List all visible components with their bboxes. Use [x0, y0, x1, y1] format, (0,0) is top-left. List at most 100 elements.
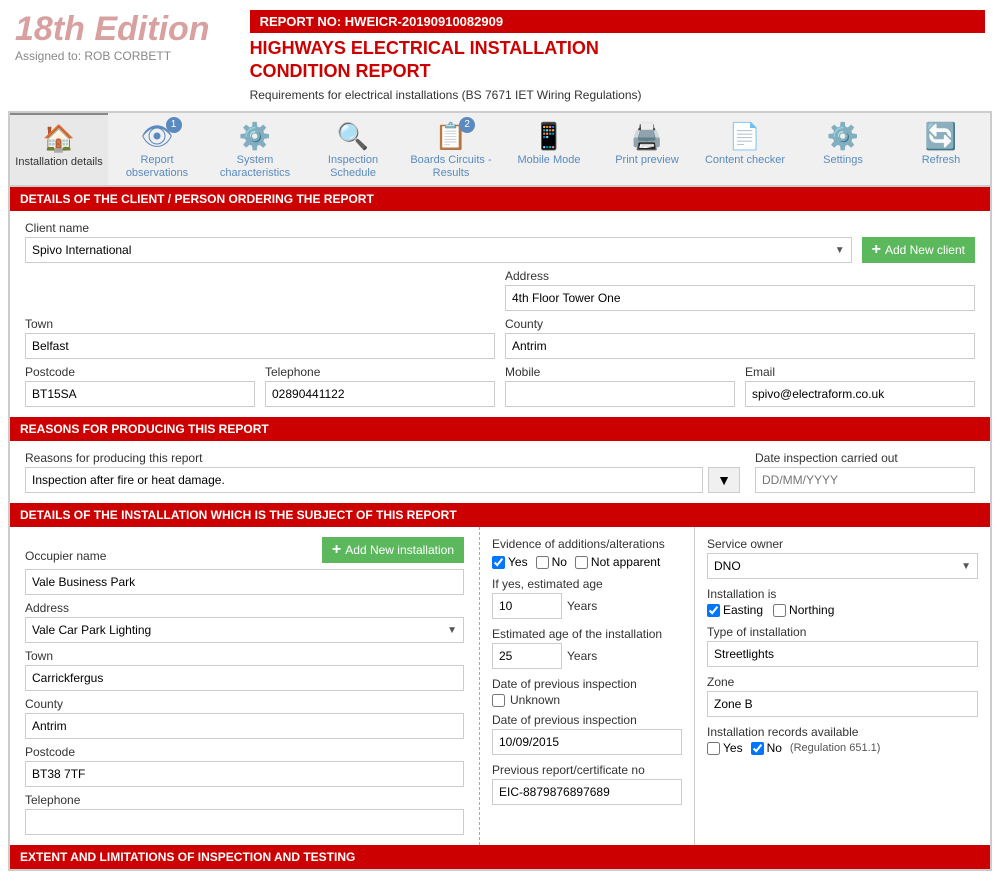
- prev-cert-input[interactable]: [492, 779, 682, 805]
- records-yes-checkbox[interactable]: [707, 742, 720, 755]
- mobile-icon: 📱: [533, 121, 565, 152]
- install-telephone-input[interactable]: [25, 809, 464, 835]
- reason-dropdown-button[interactable]: ▼: [708, 467, 740, 493]
- date-inspection-label: Date inspection carried out: [755, 451, 975, 465]
- date-prev-inspection-label: Date of previous inspection: [492, 677, 682, 691]
- reasons-section-body: Reasons for producing this report ▼ Date…: [10, 441, 990, 503]
- nav-inspection-schedule-label: Inspection Schedule: [306, 154, 400, 180]
- client-name-label: Client name: [25, 221, 852, 235]
- gear-icon-system: ⚙️: [239, 121, 271, 152]
- evidence-label: Evidence of additions/alterations: [492, 537, 682, 551]
- client-section-header: DETAILS OF THE CLIENT / PERSON ORDERING …: [10, 187, 990, 211]
- client-section-body: Client name Spivo International ▼ + Add …: [10, 211, 990, 417]
- type-installation-input[interactable]: [707, 641, 978, 667]
- install-county-input[interactable]: [25, 713, 464, 739]
- boards-circuits-badge: 2: [459, 117, 475, 133]
- address-label: Address: [505, 269, 975, 283]
- add-new-installation-button[interactable]: + Add New installation: [322, 537, 464, 563]
- nav-print-preview[interactable]: 🖨️ Print preview: [598, 113, 696, 185]
- evidence-not-apparent-checkbox[interactable]: [575, 556, 588, 569]
- date-inspection-input[interactable]: [755, 467, 975, 493]
- zone-input[interactable]: [707, 691, 978, 717]
- refresh-icon: 🔄: [925, 121, 957, 152]
- address-input[interactable]: [505, 285, 975, 311]
- telephone-input[interactable]: [265, 381, 495, 407]
- installation-section-body: Occupier name + Add New installation Add…: [10, 527, 990, 845]
- nav-content-checker-label: Content checker: [705, 154, 785, 167]
- nav-mobile-mode-label: Mobile Mode: [518, 154, 581, 167]
- installation-is-label: Installation is: [707, 587, 978, 601]
- reason-label: Reasons for producing this report: [25, 451, 740, 465]
- unknown-checkbox[interactable]: [492, 694, 505, 707]
- years-label-2: Years: [567, 649, 597, 663]
- report-desc: Requirements for electrical installation…: [250, 88, 985, 102]
- plus-icon-install: +: [332, 541, 341, 559]
- install-telephone-label: Telephone: [25, 793, 464, 807]
- evidence-no-checkbox[interactable]: [536, 556, 549, 569]
- nav-print-preview-label: Print preview: [615, 154, 679, 167]
- northing-checkbox[interactable]: [773, 604, 786, 617]
- nav-refresh-label: Refresh: [922, 154, 961, 167]
- nav-installation-details[interactable]: 🏠 Installation details: [10, 113, 108, 185]
- report-title: HIGHWAYS ELECTRICAL INSTALLATIONCONDITIO…: [250, 37, 985, 84]
- install-address-dropdown[interactable]: Vale Car Park Lighting ▼: [25, 617, 464, 643]
- date-prev-inspection-input[interactable]: [492, 729, 682, 755]
- nav-content-checker[interactable]: 📄 Content checker: [696, 113, 794, 185]
- records-no-checkbox[interactable]: [751, 742, 764, 755]
- type-installation-label: Type of installation: [707, 625, 978, 639]
- est-age-installation-label: Estimated age of the installation: [492, 627, 682, 641]
- service-owner-dropdown[interactable]: DNO ▼: [707, 553, 978, 579]
- nav-boards-circuits-label: Boards Circuits - Results: [404, 154, 498, 180]
- nav-report-observations-label: Report observations: [110, 154, 204, 180]
- easting-checkbox[interactable]: [707, 604, 720, 617]
- installation-section-header: DETAILS OF THE INSTALLATION WHICH IS THE…: [10, 503, 990, 527]
- county-input[interactable]: [505, 333, 975, 359]
- nav-inspection-schedule[interactable]: 🔍 Inspection Schedule: [304, 113, 402, 185]
- search-icon: 🔍: [337, 121, 369, 152]
- postcode-input[interactable]: [25, 381, 255, 407]
- nav-settings-label: Settings: [823, 154, 863, 167]
- extent-limitations-header: EXTENT AND LIMITATIONS OF INSPECTION AND…: [10, 845, 990, 869]
- mobile-label: Mobile: [505, 365, 735, 379]
- client-name-dropdown[interactable]: Spivo International ▼: [25, 237, 852, 263]
- nav-system-characteristics[interactable]: ⚙️ System characteristics: [206, 113, 304, 185]
- report-no-bar: REPORT NO: HWEICR-20190910082909: [250, 10, 985, 33]
- installation-records-label: Installation records available: [707, 725, 978, 739]
- nav-settings[interactable]: ⚙️ Settings: [794, 113, 892, 185]
- install-town-input[interactable]: [25, 665, 464, 691]
- nav-system-characteristics-label: System characteristics: [208, 154, 302, 180]
- plus-icon-client: +: [872, 241, 881, 259]
- nav-mobile-mode[interactable]: 📱 Mobile Mode: [500, 113, 598, 185]
- reason-input[interactable]: [25, 467, 703, 493]
- estimated-age-input[interactable]: [492, 593, 562, 619]
- date-prev-inspection-label2: Date of previous inspection: [492, 713, 682, 727]
- est-age-input[interactable]: [492, 643, 562, 669]
- gear-icon-settings: ⚙️: [827, 121, 859, 152]
- email-input[interactable]: [745, 381, 975, 407]
- nav-refresh[interactable]: 🔄 Refresh: [892, 113, 990, 185]
- dropdown-arrow-client: ▼: [835, 245, 845, 256]
- evidence-yes-checkbox[interactable]: [492, 556, 505, 569]
- email-label: Email: [745, 365, 975, 379]
- postcode-label: Postcode: [25, 365, 255, 379]
- town-input[interactable]: [25, 333, 495, 359]
- install-address-label: Address: [25, 601, 464, 615]
- county-label: County: [505, 317, 975, 331]
- home-icon: 🏠: [43, 123, 75, 154]
- occupier-input[interactable]: [25, 569, 464, 595]
- service-owner-label: Service owner: [707, 537, 978, 551]
- prev-cert-label: Previous report/certificate no: [492, 763, 682, 777]
- assigned-to: Assigned to: ROB CORBETT: [15, 49, 210, 63]
- zone-label: Zone: [707, 675, 978, 689]
- nav-installation-details-label: Installation details: [15, 156, 102, 169]
- add-new-client-button[interactable]: + Add New client: [862, 237, 975, 263]
- mobile-input[interactable]: [505, 381, 735, 407]
- nav-boards-circuits[interactable]: 📋 2 Boards Circuits - Results: [402, 113, 500, 185]
- install-postcode-input[interactable]: [25, 761, 464, 787]
- years-label-1: Years: [567, 599, 597, 613]
- if-yes-age-label: If yes, estimated age: [492, 577, 682, 591]
- client-name-value: Spivo International: [32, 243, 835, 257]
- app-title: 18th Edition: [15, 10, 210, 49]
- nav-report-observations[interactable]: 👁 1 Report observations: [108, 113, 206, 185]
- install-county-label: County: [25, 697, 464, 711]
